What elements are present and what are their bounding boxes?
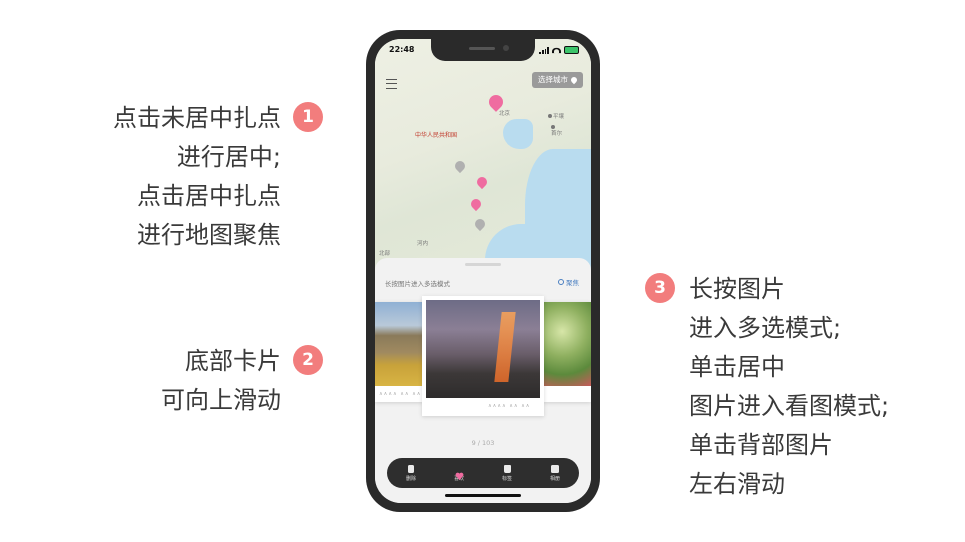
tab-delete-label: 删除 bbox=[405, 475, 416, 482]
map-pin[interactable] bbox=[452, 158, 468, 174]
step-badge-3: 3 bbox=[645, 273, 675, 303]
map-pin[interactable] bbox=[474, 174, 490, 190]
annotation-1: 点击未居中扎点 1 进行居中; 点击居中扎点 进行地图聚焦 bbox=[113, 99, 323, 255]
album-icon bbox=[551, 464, 559, 473]
map-dot-pingrang bbox=[548, 114, 552, 118]
card-hint: 长按图片进入多选模式 bbox=[385, 280, 450, 288]
annotation-1-line-3: 点击居中扎点 bbox=[137, 182, 281, 210]
waterfall-photo bbox=[426, 300, 540, 398]
annotation-1-line-1: 点击未居中扎点 bbox=[113, 104, 281, 132]
annotation-2: 底部卡片 2 可向上滑动 bbox=[161, 342, 323, 420]
castle-photo bbox=[375, 302, 423, 386]
annotation-3-line-4: 图片进入看图模式; bbox=[689, 392, 890, 420]
tab-delete[interactable]: 删除 bbox=[387, 458, 435, 488]
annotation-3: 3 长按图片 进入多选模式; 单击居中 图片进入看图模式; 单击背部图片 左右滑动 bbox=[645, 270, 889, 504]
focus-label: 聚焦 bbox=[566, 279, 579, 287]
step-badge-1: 1 bbox=[293, 102, 323, 132]
flower-photo bbox=[543, 302, 591, 386]
map-label-hanoi: 河内 bbox=[417, 241, 429, 247]
map-label-seoul: 首尔 bbox=[551, 131, 563, 137]
photo-counter: 9 / 103 bbox=[471, 439, 495, 447]
photo-card-center[interactable]: ∧∧∧∧ ∧∧ ∧∧ bbox=[422, 296, 544, 416]
annotation-3-line-2: 进入多选模式; bbox=[689, 314, 842, 342]
bottom-card[interactable]: 长按图片进入多选模式 聚焦 ∧∧∧∧ ∧∧ ∧∧ ∧∧∧∧ ∧∧ ∧∧ 9 / … bbox=[375, 258, 591, 503]
tab-album-label: 相册 bbox=[549, 475, 560, 482]
select-city-label: 选择城市 bbox=[538, 75, 568, 84]
map-pin[interactable] bbox=[468, 196, 484, 212]
photo-caption: ∧∧∧∧ ∧∧ ∧∧ bbox=[488, 403, 531, 409]
map-label-beijing: 北京 bbox=[499, 111, 511, 117]
phone-screen: 22:48 选择城市 北京 平壤 首尔 中华人民共和国 河内 北部 长按图片进入… bbox=[375, 39, 591, 503]
step-badge-2: 2 bbox=[293, 345, 323, 375]
annotation-1-line-2: 进行居中; bbox=[176, 143, 281, 171]
annotation-3-line-1: 长按图片 bbox=[689, 275, 785, 303]
heart-icon bbox=[455, 465, 464, 480]
tab-like[interactable]: 喜欢 bbox=[435, 458, 483, 488]
annotation-2-line-2: 可向上滑动 bbox=[161, 386, 281, 414]
trash-icon bbox=[408, 464, 414, 473]
annotation-3-line-6: 左右滑动 bbox=[689, 470, 785, 498]
annotation-1-line-4: 进行地图聚焦 bbox=[137, 221, 281, 249]
photo-card-left[interactable]: ∧∧∧∧ ∧∧ ∧∧ bbox=[375, 302, 423, 402]
location-pin-icon bbox=[569, 75, 579, 85]
map-view[interactable]: 选择城市 北京 平壤 首尔 中华人民共和国 河内 北部 bbox=[375, 39, 591, 289]
annotation-3-line-3: 单击居中 bbox=[689, 353, 785, 381]
phone-frame: 22:48 选择城市 北京 平壤 首尔 中华人民共和国 河内 北部 长按图片进入… bbox=[366, 30, 600, 512]
map-label-north: 北部 bbox=[379, 251, 391, 257]
home-indicator[interactable] bbox=[445, 494, 521, 497]
tab-tag-label: 标签 bbox=[501, 475, 512, 482]
annotation-3-line-5: 单击背部图片 bbox=[689, 431, 833, 459]
map-label-china: 中华人民共和国 bbox=[415, 132, 458, 139]
action-tabbar: 删除 喜欢 标签 相册 bbox=[387, 458, 579, 488]
tab-tag[interactable]: 标签 bbox=[483, 458, 531, 488]
drag-handle[interactable] bbox=[465, 263, 501, 266]
map-pin[interactable] bbox=[472, 216, 488, 232]
photo-caption: ∧∧∧∧ ∧∧ ∧∧ bbox=[379, 391, 422, 397]
bohai-sea bbox=[503, 119, 533, 149]
select-city-button[interactable]: 选择城市 bbox=[532, 72, 583, 88]
battery-icon bbox=[564, 46, 579, 54]
tab-album[interactable]: 相册 bbox=[531, 458, 579, 488]
photo-card-right[interactable] bbox=[543, 302, 591, 402]
tag-icon bbox=[503, 464, 511, 473]
status-time: 22:48 bbox=[389, 45, 415, 54]
annotation-2-line-1: 底部卡片 bbox=[185, 347, 281, 375]
phone-notch bbox=[431, 39, 535, 61]
map-label-pingrang: 平壤 bbox=[553, 114, 565, 120]
menu-icon[interactable] bbox=[386, 79, 397, 89]
signal-icon bbox=[539, 46, 549, 54]
target-icon bbox=[558, 279, 564, 285]
focus-button[interactable]: 聚焦 bbox=[558, 277, 579, 287]
wifi-icon bbox=[552, 47, 561, 53]
